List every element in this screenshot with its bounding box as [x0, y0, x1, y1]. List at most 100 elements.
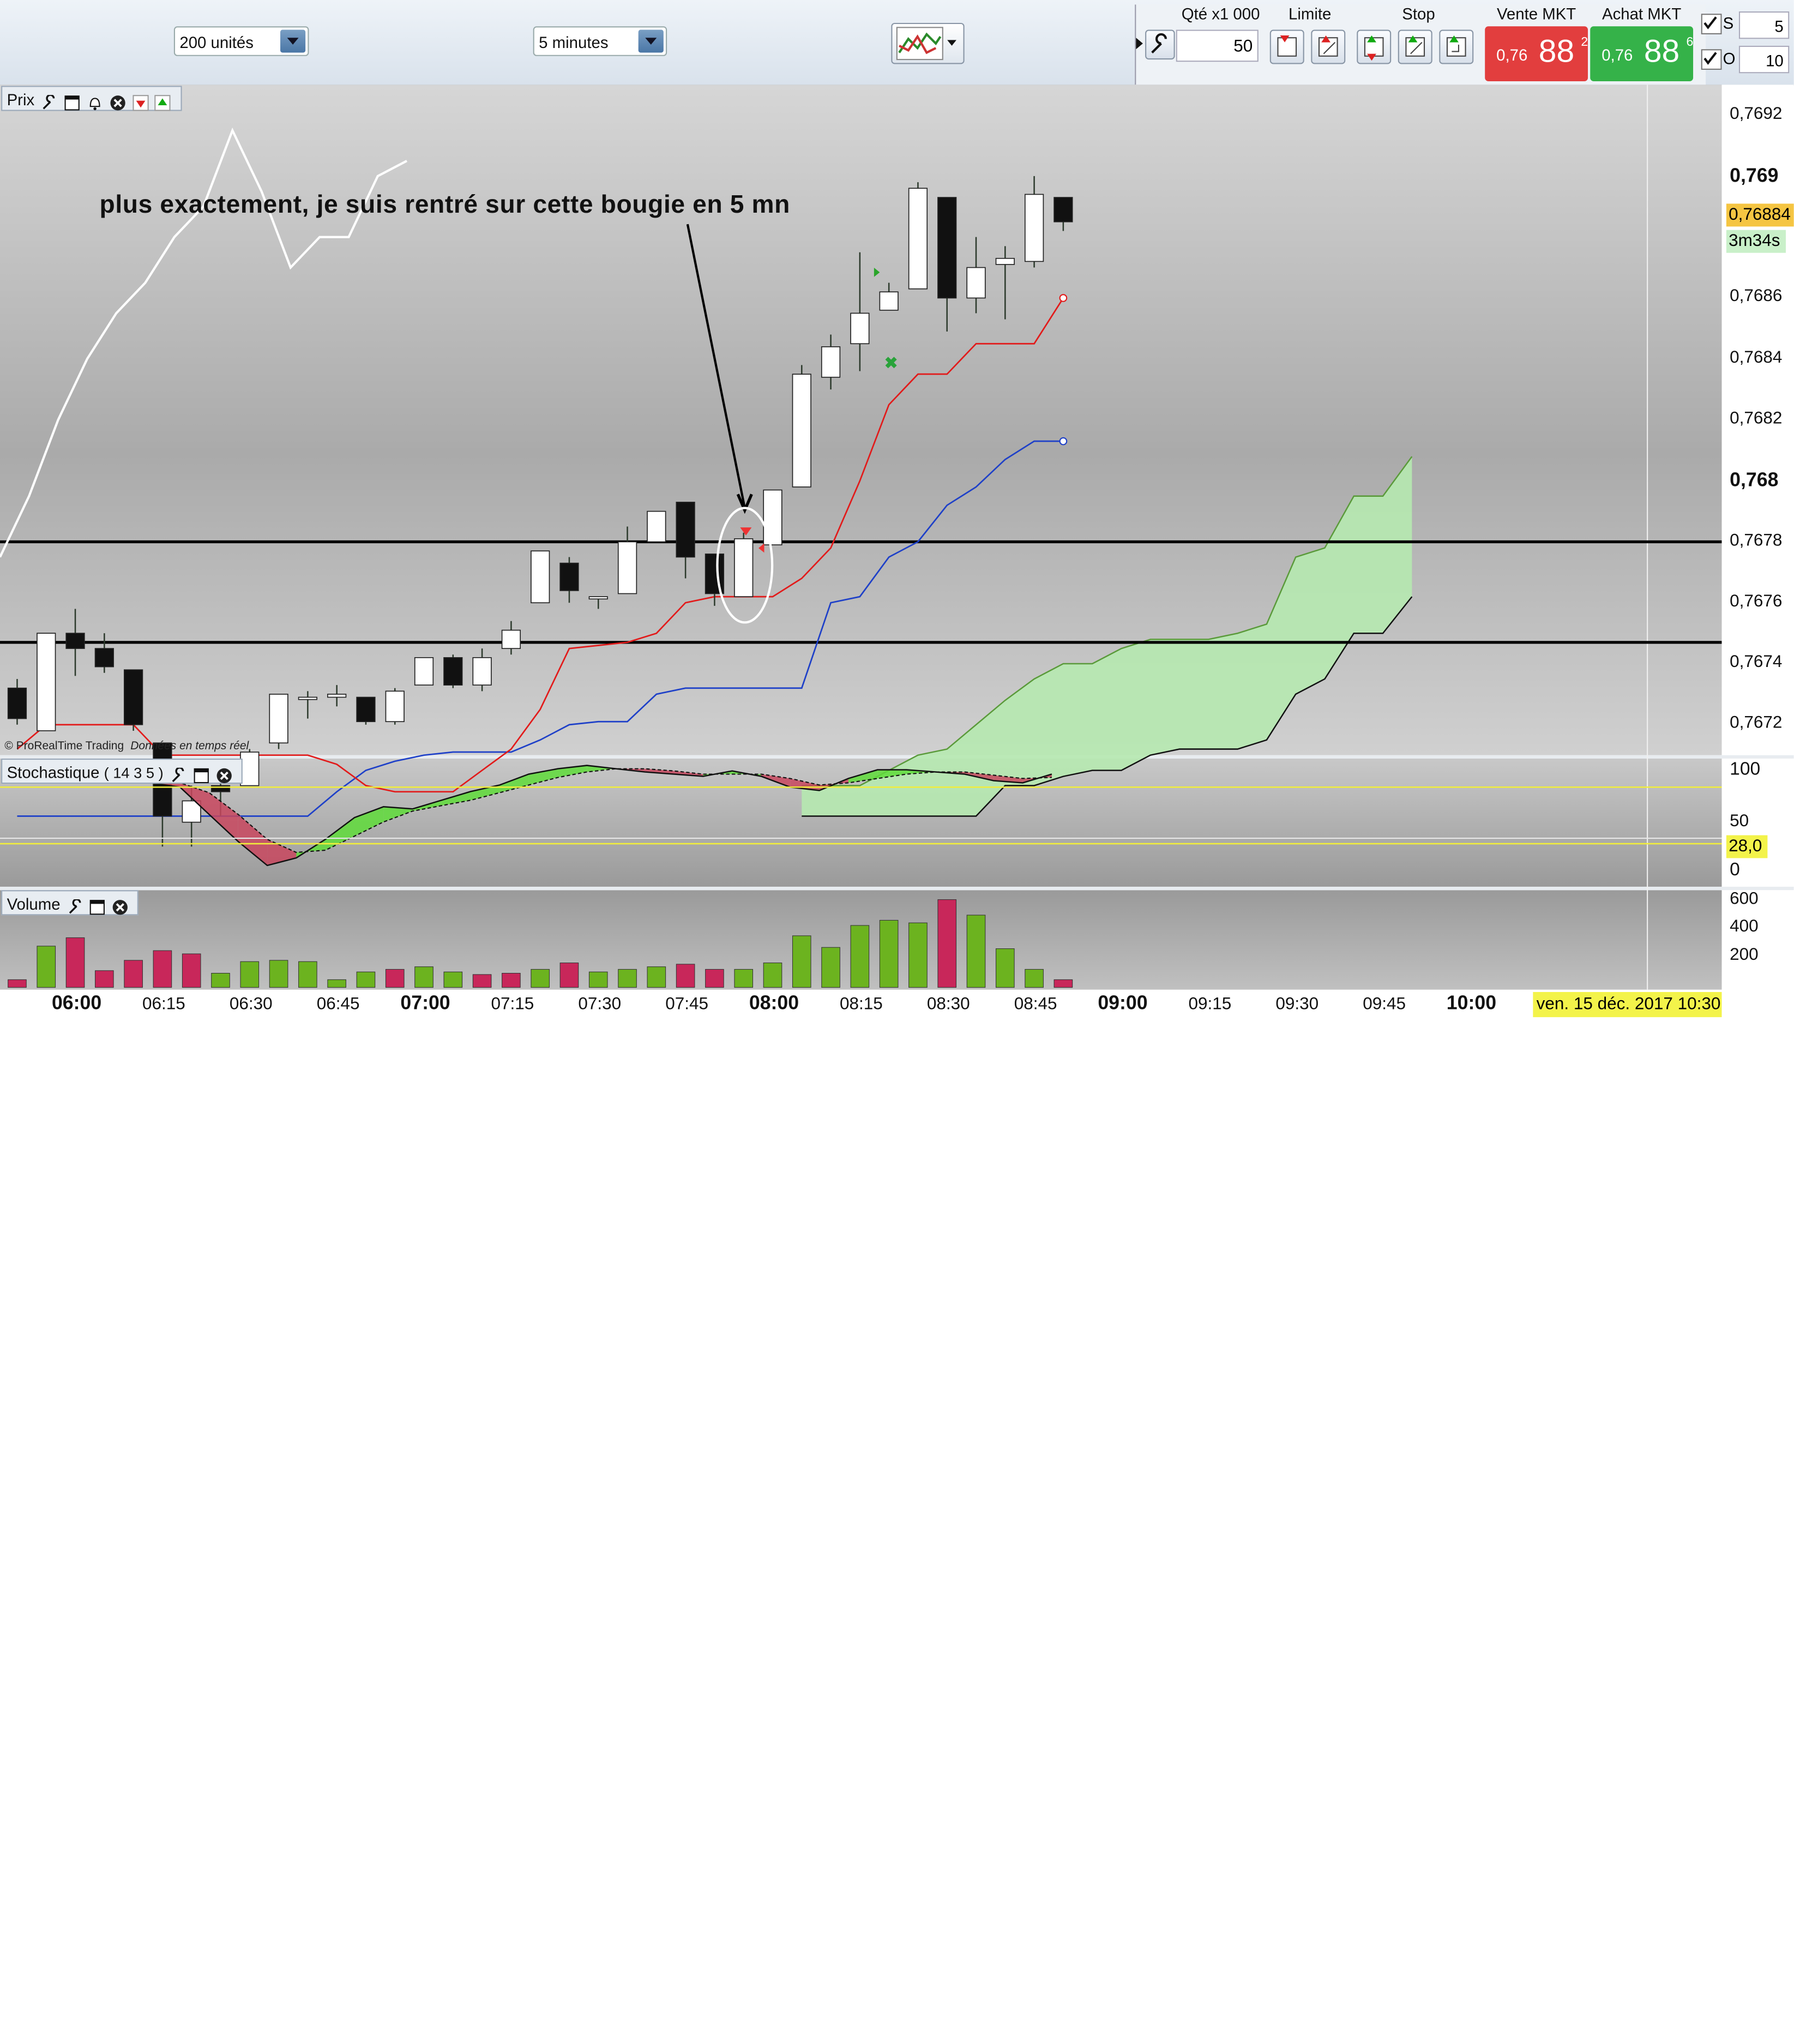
candle-body: [414, 657, 434, 686]
volume-bar: [502, 973, 521, 988]
price-y-label: 0,7672: [1730, 713, 1783, 733]
stop-header: Stop: [1402, 4, 1435, 23]
timeframe-select[interactable]: 5 minutes: [533, 26, 667, 56]
wrench-icon[interactable]: [67, 897, 83, 915]
candle-body: [240, 752, 260, 786]
window-icon[interactable]: [193, 766, 209, 784]
limit-sell-button[interactable]: [1311, 29, 1346, 64]
limit-buy-button[interactable]: [1269, 29, 1304, 64]
volume-bar: [269, 960, 288, 988]
candle-body: [792, 374, 811, 488]
current-price-badge: 0,76884: [1726, 203, 1794, 227]
volume-bar: [995, 948, 1015, 988]
sell-market-button[interactable]: 0,76 88 2: [1485, 26, 1588, 81]
volume-panel-header: Volume: [1, 890, 139, 916]
s-checkbox[interactable]: [1701, 14, 1722, 34]
candle-body: [908, 188, 928, 290]
price-y-label: 0,769: [1730, 164, 1779, 187]
volume-bar: [95, 970, 114, 988]
price-y-label: 0,7684: [1730, 347, 1783, 367]
candle-body: [298, 696, 317, 700]
price-panel-label: Prix: [7, 90, 35, 109]
stoch-y-label-0: 0: [1730, 860, 1740, 880]
candle-body: [501, 629, 521, 649]
stoch-y-label-50: 50: [1730, 811, 1749, 831]
qty-input[interactable]: 50: [1176, 29, 1259, 62]
price-y-label: 0,7674: [1730, 652, 1783, 672]
units-select[interactable]: 200 unités: [173, 26, 309, 56]
candle-body: [37, 633, 56, 731]
stop-sell-icon: [1405, 35, 1425, 57]
window-icon[interactable]: [64, 93, 80, 111]
volume-bar: [65, 937, 85, 988]
limit-header: Limite: [1289, 4, 1332, 23]
candle-body: [734, 538, 754, 597]
timeframe-select-value: 5 minutes: [539, 33, 609, 52]
volume-bar: [1025, 969, 1044, 988]
candle-body: [385, 690, 405, 723]
sell-price-sup: 2: [1581, 35, 1588, 50]
arrow-up-green-icon[interactable]: [155, 93, 171, 112]
volume-bar: [385, 969, 405, 988]
price-panel-header: Prix: [1, 86, 182, 112]
limit-sell-icon: [1318, 35, 1338, 57]
volume-bar: [356, 971, 376, 988]
volume-bar: [211, 973, 230, 988]
kijun-end-marker: [1059, 437, 1068, 446]
collapse-arrow-icon[interactable]: [1136, 38, 1143, 50]
volume-bar: [472, 974, 492, 988]
volume-bar: [705, 969, 724, 988]
candle-body: [879, 291, 899, 311]
candle-body: [821, 346, 841, 378]
volume-bar: [647, 966, 666, 988]
volume-bar: [618, 969, 637, 988]
wrench-icon[interactable]: [41, 93, 57, 110]
x-axis-label: 07:00: [400, 991, 450, 1014]
chevron-down-icon[interactable]: [947, 40, 956, 46]
x-axis-label: 06:15: [142, 994, 185, 1014]
indicator-chart-icon: [896, 27, 943, 61]
x-axis-label: 07:15: [491, 994, 534, 1014]
close-icon[interactable]: [112, 897, 128, 915]
stop-buy-icon: [1364, 35, 1384, 61]
volume-bar: [240, 961, 260, 988]
x-axis-label: 07:45: [665, 994, 709, 1014]
buy-header: Achat MKT: [1602, 4, 1682, 23]
qty-header: Qté x1 000: [1181, 4, 1260, 23]
s-input[interactable]: 5: [1738, 11, 1790, 39]
volume-y-label-200: 200: [1730, 945, 1759, 965]
bell-icon[interactable]: [87, 93, 103, 111]
wrench-button[interactable]: [1145, 29, 1175, 60]
close-icon[interactable]: [216, 766, 232, 784]
o-label: O: [1723, 49, 1736, 68]
chevron-down-icon[interactable]: [280, 29, 306, 53]
stop-buy-button[interactable]: [1357, 29, 1392, 64]
chart-area[interactable]: ✖: [0, 85, 1794, 1022]
arrow-down-red-icon[interactable]: [132, 93, 148, 112]
volume-bar: [879, 919, 899, 988]
volume-y-label-400: 400: [1730, 916, 1759, 936]
volume-bar: [327, 979, 346, 988]
buy-market-button[interactable]: 0,76 88 6: [1590, 26, 1693, 81]
stop-trailing-button[interactable]: [1439, 29, 1474, 64]
volume-bar: [443, 971, 463, 988]
x-axis-label: 08:00: [749, 991, 799, 1014]
volume-bar: [937, 899, 957, 988]
price-y-label: 0,7676: [1730, 591, 1783, 611]
units-select-value: 200 unités: [179, 33, 254, 52]
volume-bar: [8, 979, 27, 988]
window-icon[interactable]: [90, 897, 106, 915]
o-input[interactable]: 10: [1738, 45, 1790, 74]
stop-sell-button[interactable]: [1398, 29, 1432, 64]
x-axis-label: 08:15: [839, 994, 883, 1014]
x-axis-label: 09:15: [1188, 994, 1232, 1014]
buy-price-sup: 6: [1686, 35, 1694, 50]
panel-separator: [0, 886, 1794, 891]
indicators-button[interactable]: [891, 22, 965, 64]
chevron-down-icon[interactable]: [638, 29, 664, 53]
sell-header: Vente MKT: [1496, 4, 1576, 23]
o-checkbox[interactable]: [1701, 49, 1722, 70]
x-axis-label: 06:00: [51, 991, 102, 1014]
wrench-icon[interactable]: [170, 766, 186, 783]
close-icon[interactable]: [110, 93, 125, 111]
